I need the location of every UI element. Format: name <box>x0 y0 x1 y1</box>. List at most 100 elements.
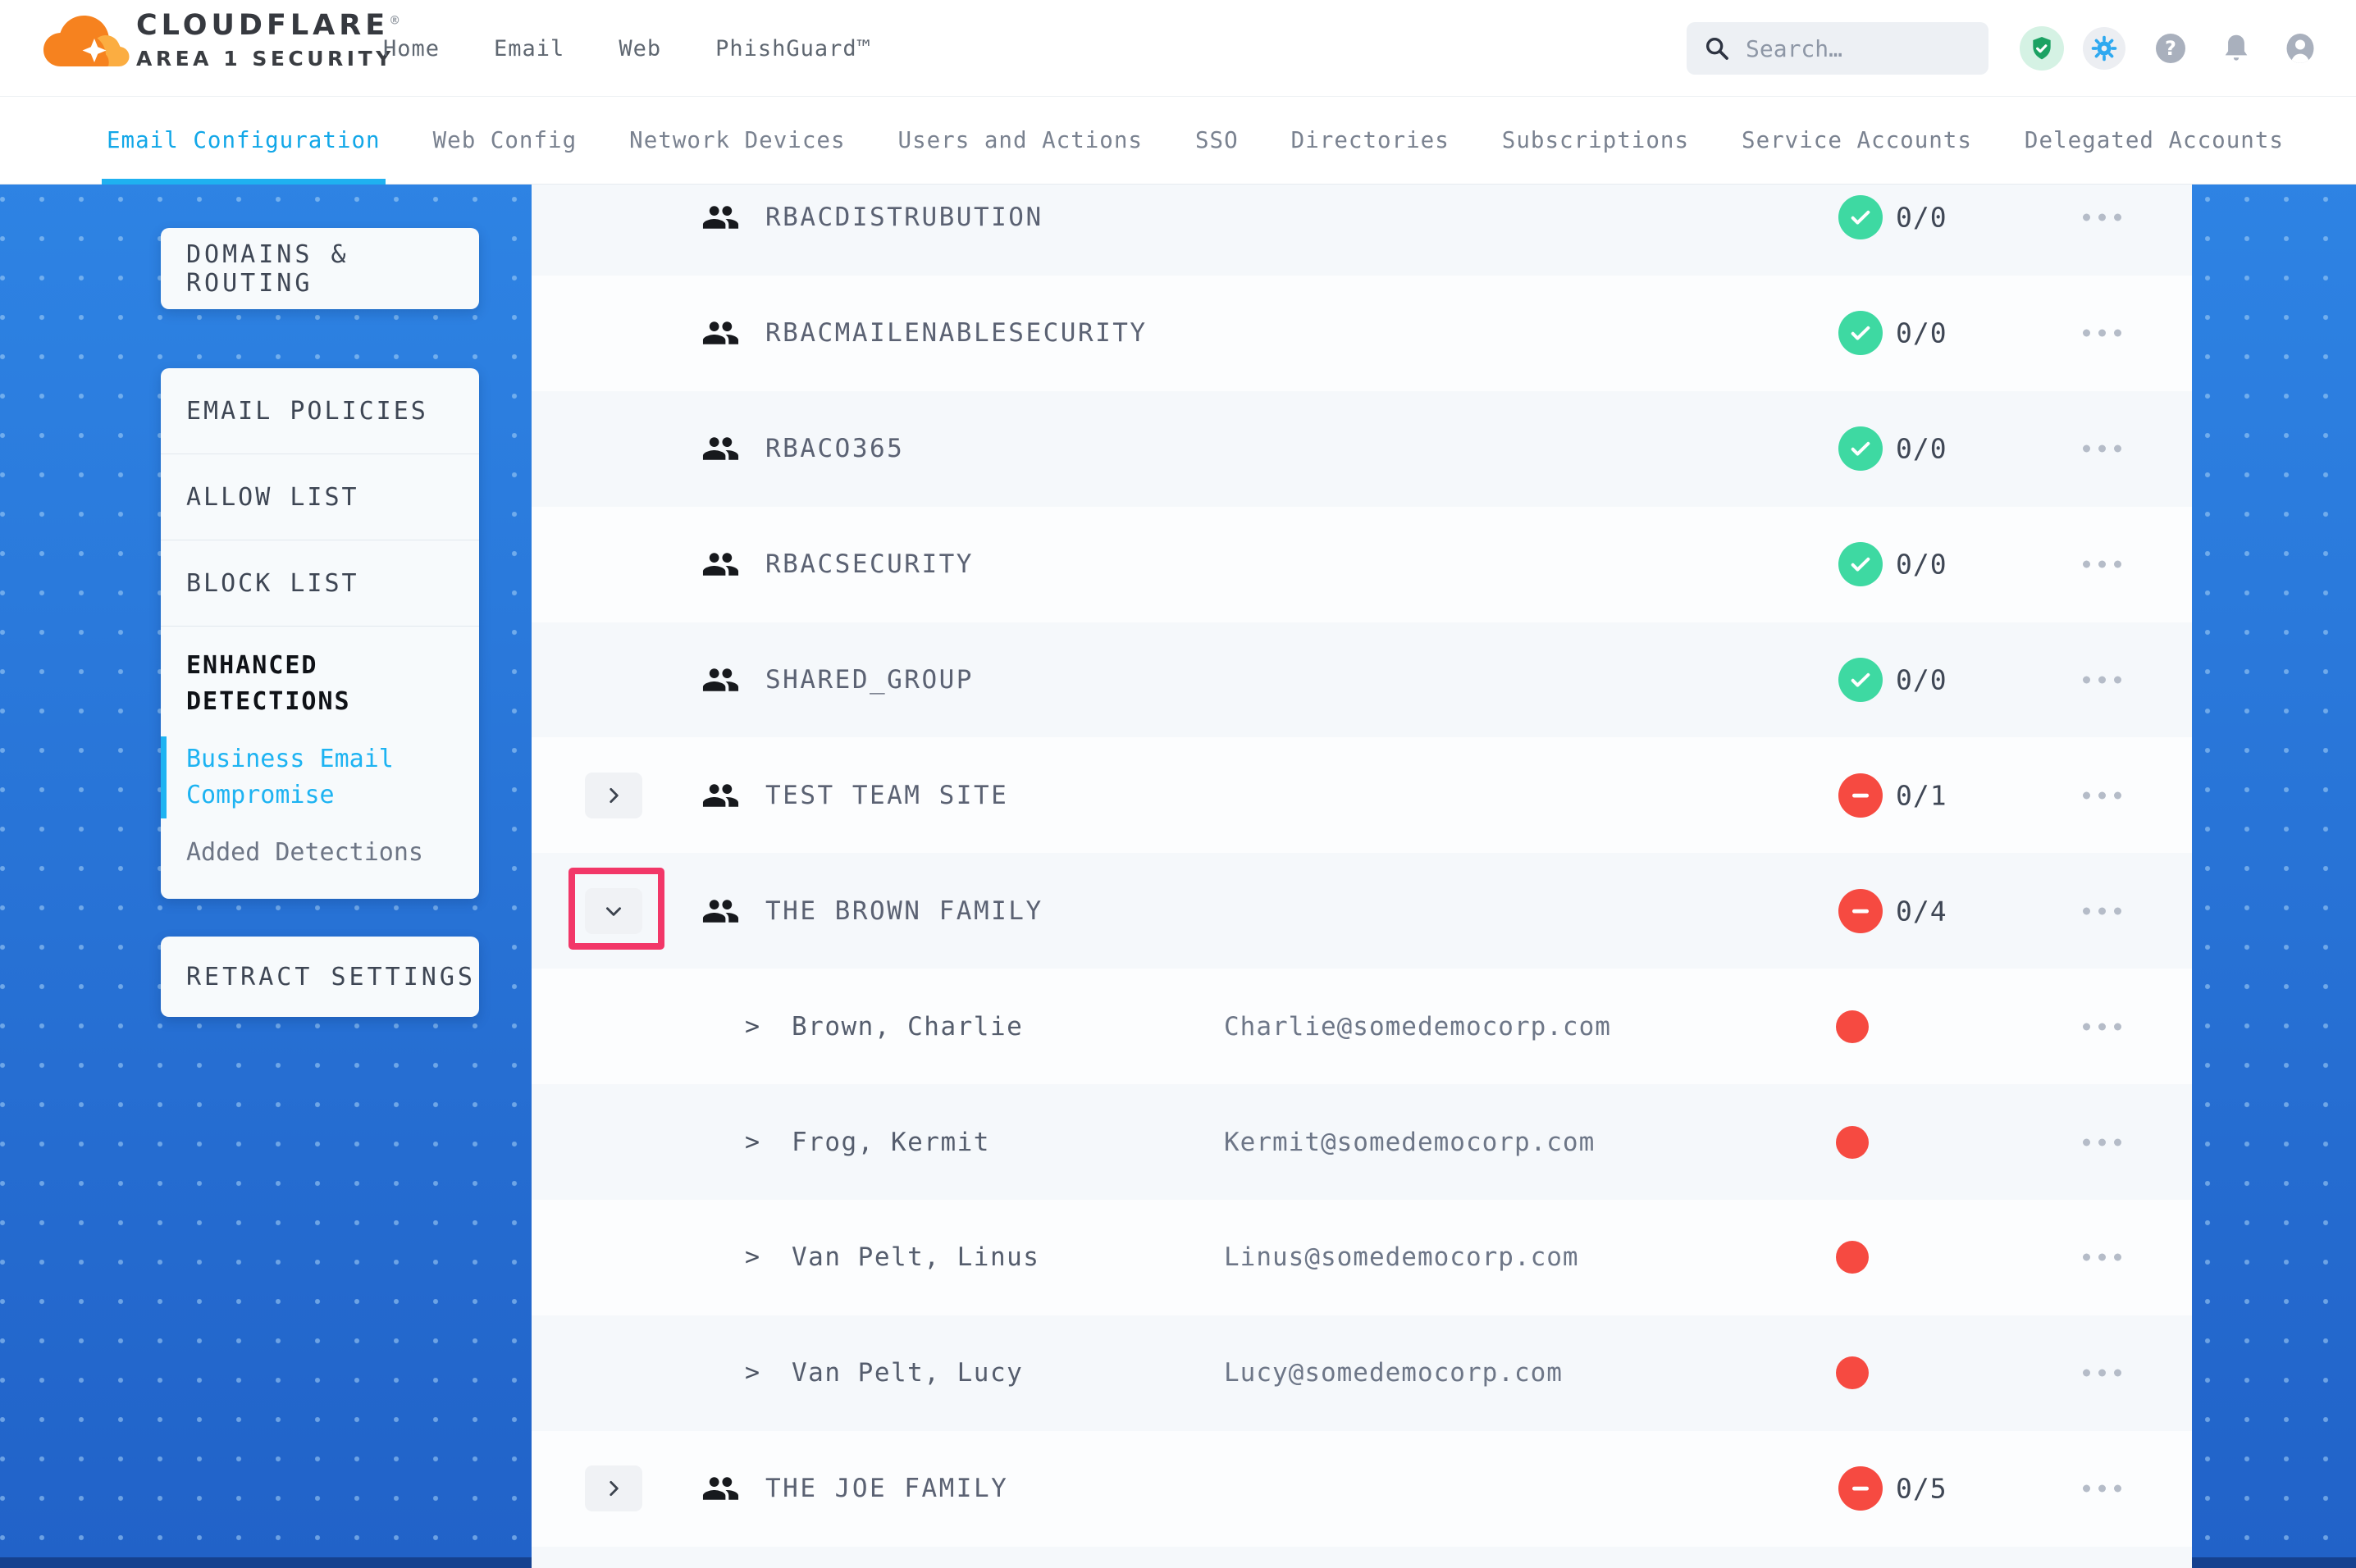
help-icon[interactable]: ? <box>2156 0 2185 97</box>
member-row: > Van Pelt, Linus Linus@somedemocorp.com <box>532 1200 2192 1315</box>
status-count: 0/0 <box>1896 549 1947 581</box>
group-name: RBACSECURITY <box>765 549 974 579</box>
check-icon <box>1847 435 1874 462</box>
cloudflare-cloud-icon <box>43 14 130 68</box>
status-dot <box>1836 1356 1869 1389</box>
status-count: 0/0 <box>1896 202 1947 234</box>
group-row: RBACMAILENABLESECURITY 0/0 <box>532 276 2192 391</box>
tab-label: Email Configuration <box>107 127 381 153</box>
tab-delegated-accounts[interactable]: Delegated Accounts <box>2025 97 2284 185</box>
topnav-link[interactable]: PhishGuard™ <box>715 36 871 62</box>
tab-users-and-actions[interactable]: Users and Actions <box>898 97 1143 185</box>
sidebar-item-allow-list[interactable]: ALLOW LIST <box>161 454 479 540</box>
status-badge <box>1838 773 1883 818</box>
chevron-right-icon[interactable]: > <box>745 1359 760 1388</box>
sidebar-policies-card: EMAIL POLICIES ALLOW LIST BLOCK LIST ENH… <box>161 368 479 899</box>
sidebar-item-block-list[interactable]: BLOCK LIST <box>161 540 479 626</box>
topnav-link[interactable]: Email <box>494 36 564 62</box>
tab-label: Delegated Accounts <box>2025 127 2284 153</box>
secondary-tab-bar: Email Configuration Web Config Network D… <box>0 97 2356 185</box>
row-menu-button[interactable] <box>2080 206 2125 230</box>
check-icon <box>1847 204 1874 230</box>
row-menu-button[interactable] <box>2080 553 2125 577</box>
search-input[interactable] <box>1746 35 1959 62</box>
sidebar-item-business-email-compromise[interactable]: Business Email Compromise <box>161 741 479 814</box>
topnav-link[interactable]: Web <box>619 36 661 62</box>
account-icon[interactable] <box>2285 0 2315 97</box>
sidebar-item-retract-settings[interactable]: RETRACT SETTINGS <box>161 937 479 1017</box>
group-row: TEST TEAM SITE 0/1 <box>532 737 2192 853</box>
member-row: > Frog, Kermit Kermit@somedemocorp.com <box>532 1084 2192 1200</box>
group-name: RBACO365 <box>765 434 904 463</box>
row-menu-button[interactable] <box>2080 1477 2125 1501</box>
tab-label: Subscriptions <box>1502 127 1689 153</box>
status-badge <box>1838 426 1883 471</box>
status-badge <box>1838 1466 1883 1511</box>
groups-table: RBACDISTRUBUTION 0/0 RBACMAILENABLESECUR… <box>532 185 2192 1568</box>
chevron-right-icon[interactable]: > <box>745 1012 760 1041</box>
minus-icon <box>1847 1475 1874 1502</box>
tab-network-devices[interactable]: Network Devices <box>629 97 845 185</box>
tab-label: Network Devices <box>629 127 845 153</box>
check-icon <box>1847 667 1874 693</box>
topnav-link[interactable]: Home <box>383 36 440 62</box>
group-icon <box>701 198 740 237</box>
chevron-right-icon[interactable]: > <box>745 1243 760 1272</box>
group-icon <box>701 776 740 814</box>
sidebar-label: ALLOW LIST <box>186 483 359 512</box>
bell-icon[interactable] <box>2220 0 2253 97</box>
shield-check-icon[interactable] <box>2020 0 2064 97</box>
check-icon <box>1847 320 1874 346</box>
group-icon <box>701 1470 740 1508</box>
row-menu-button[interactable] <box>2080 668 2125 692</box>
group-row: RBACSECURITY 0/0 <box>532 507 2192 622</box>
row-menu-button[interactable] <box>2080 321 2125 345</box>
expand-toggle-button[interactable] <box>585 773 642 818</box>
row-menu-button[interactable] <box>2080 783 2125 807</box>
sidebar-item-added-detections[interactable]: Added Detections <box>161 835 479 871</box>
tab-email-configuration[interactable]: Email Configuration <box>107 97 381 185</box>
sidebar-item-email-policies[interactable]: EMAIL POLICIES <box>161 368 479 454</box>
row-menu-button[interactable] <box>2080 1361 2125 1385</box>
tab-service-accounts[interactable]: Service Accounts <box>1742 97 1972 185</box>
group-row: THE JOE FAMILY 0/5 <box>532 1431 2192 1547</box>
status-dot <box>1836 1126 1869 1159</box>
search-box <box>1687 22 1988 75</box>
brand-line1: CLOUDFLARE® <box>136 9 404 42</box>
cloudflare-logo[interactable]: CLOUDFLARE® AREA 1 SECURITY <box>43 9 404 71</box>
group-icon <box>701 545 740 584</box>
tab-label: SSO <box>1195 127 1239 153</box>
tab-sso[interactable]: SSO <box>1195 97 1239 185</box>
member-email: Kermit@somedemocorp.com <box>1224 1128 1595 1157</box>
member-email: Linus@somedemocorp.com <box>1224 1242 1579 1272</box>
status-count: 0/0 <box>1896 433 1947 465</box>
chevron-right-icon[interactable]: > <box>745 1128 760 1156</box>
member-row: > Van Pelt, Lucy Lucy@somedemocorp.com <box>532 1315 2192 1431</box>
member-name: Brown, Charlie <box>792 1012 1023 1042</box>
sidebar-item-domains-routing[interactable]: DOMAINS & ROUTING <box>161 228 479 309</box>
group-row: THE BROWN FAMILY 0/4 <box>532 853 2192 969</box>
row-menu-button[interactable] <box>2080 1014 2125 1038</box>
tab-label: Service Accounts <box>1742 127 1972 153</box>
status-badge <box>1838 658 1883 702</box>
tab-subscriptions[interactable]: Subscriptions <box>1502 97 1689 185</box>
group-row: SHARED_GROUP 0/0 <box>532 622 2192 738</box>
tab-web-config[interactable]: Web Config <box>433 97 578 185</box>
top-bar: CLOUDFLARE® AREA 1 SECURITY Home Email Web… <box>0 0 2356 97</box>
group-name: SHARED_GROUP <box>765 665 974 695</box>
group-name: RBACMAILENABLESECURITY <box>765 318 1148 348</box>
sidebar-section-enhanced-detections: ENHANCED DETECTIONS <box>161 627 479 720</box>
expand-toggle-button[interactable] <box>585 1465 642 1511</box>
row-menu-button[interactable] <box>2080 1246 2125 1269</box>
row-menu-button[interactable] <box>2080 437 2125 461</box>
sidebar-label: RETRACT SETTINGS <box>186 963 476 991</box>
gear-icon[interactable] <box>2083 0 2125 97</box>
member-name: Van Pelt, Lucy <box>792 1358 1023 1388</box>
row-menu-button[interactable] <box>2080 1130 2125 1154</box>
tab-directories[interactable]: Directories <box>1291 97 1450 185</box>
group-name: THE JOE FAMILY <box>765 1474 1008 1503</box>
expand-toggle-button[interactable] <box>585 888 642 934</box>
row-menu-button[interactable] <box>2080 899 2125 923</box>
sidebar-label: DOMAINS & ROUTING <box>186 240 479 298</box>
brand-line2: AREA 1 SECURITY <box>136 47 404 71</box>
